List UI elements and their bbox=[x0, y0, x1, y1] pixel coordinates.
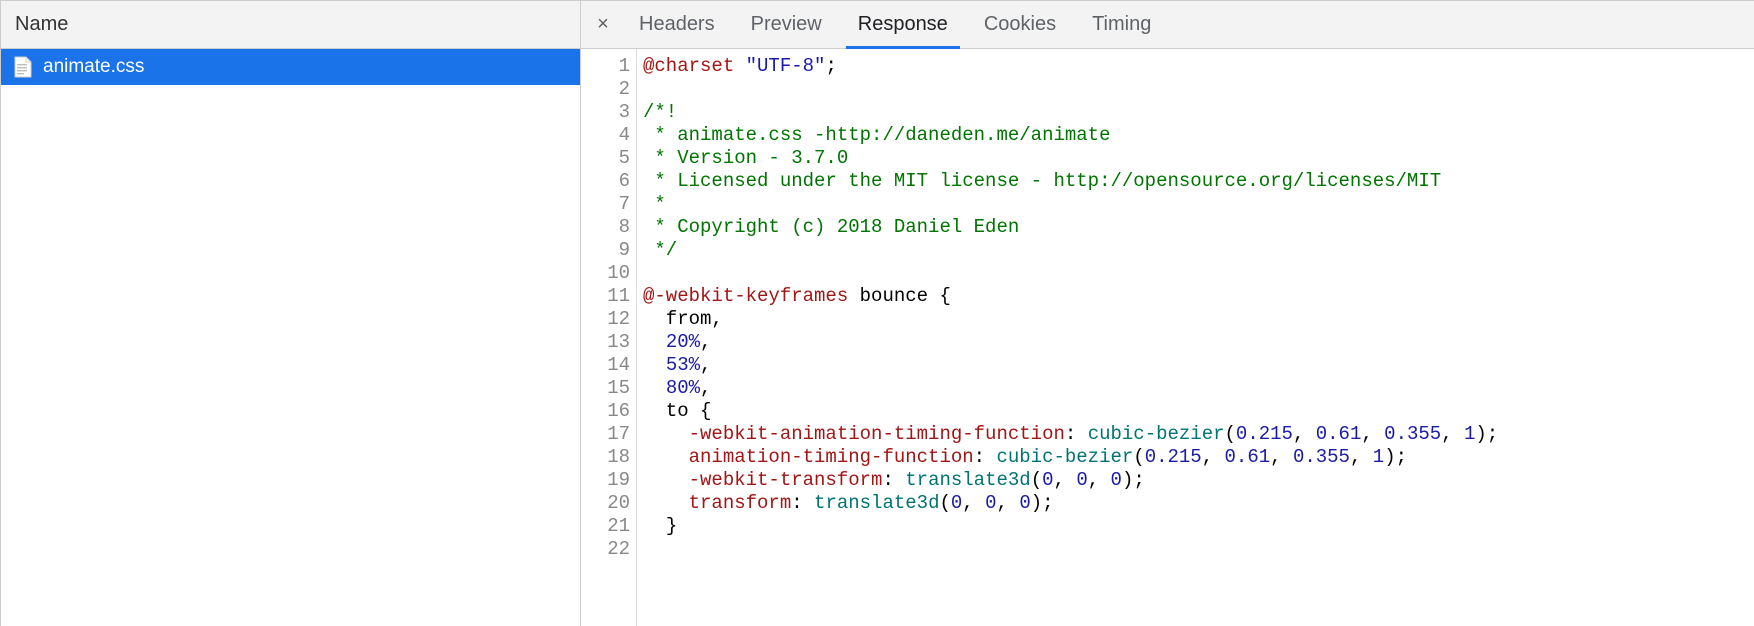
code-line: * animate.css -http://daneden.me/animate bbox=[643, 124, 1498, 147]
line-number: 21 bbox=[581, 515, 630, 538]
tab-label: Response bbox=[858, 13, 948, 36]
tab-timing[interactable]: Timing bbox=[1074, 1, 1169, 48]
name-column-label: Name bbox=[15, 13, 68, 36]
request-row[interactable]: animate.css bbox=[1, 49, 580, 85]
code-line: -webkit-transform: translate3d(0, 0, 0); bbox=[643, 469, 1498, 492]
line-number: 15 bbox=[581, 377, 630, 400]
request-list: animate.css bbox=[1, 49, 580, 626]
name-column-header[interactable]: Name bbox=[1, 1, 580, 49]
code-line: 20%, bbox=[643, 331, 1498, 354]
line-number: 11 bbox=[581, 285, 630, 308]
line-number: 20 bbox=[581, 492, 630, 515]
line-number: 13 bbox=[581, 331, 630, 354]
code-line: * Copyright (c) 2018 Daniel Eden bbox=[643, 216, 1498, 239]
code-line: transform: translate3d(0, 0, 0); bbox=[643, 492, 1498, 515]
request-name: animate.css bbox=[43, 56, 144, 78]
line-number: 1 bbox=[581, 55, 630, 78]
detail-tab-bar: × Headers Preview Response Cookies Timing bbox=[581, 1, 1754, 49]
line-number: 18 bbox=[581, 446, 630, 469]
line-number: 8 bbox=[581, 216, 630, 239]
line-number: 2 bbox=[581, 78, 630, 101]
line-number: 7 bbox=[581, 193, 630, 216]
response-code-area[interactable]: 12345678910111213141516171819202122 @cha… bbox=[581, 49, 1754, 626]
tab-label: Preview bbox=[751, 13, 822, 36]
code-line bbox=[643, 538, 1498, 561]
line-number: 9 bbox=[581, 239, 630, 262]
tab-preview[interactable]: Preview bbox=[733, 1, 840, 48]
file-icon bbox=[13, 55, 33, 79]
code-line: */ bbox=[643, 239, 1498, 262]
line-number: 12 bbox=[581, 308, 630, 331]
line-number: 5 bbox=[581, 147, 630, 170]
code-line: 53%, bbox=[643, 354, 1498, 377]
code-line: 80%, bbox=[643, 377, 1498, 400]
close-icon: × bbox=[597, 13, 609, 35]
request-list-panel: Name animate.css bbox=[1, 1, 581, 626]
tab-label: Timing bbox=[1092, 13, 1151, 36]
tab-cookies[interactable]: Cookies bbox=[966, 1, 1074, 48]
line-number: 4 bbox=[581, 124, 630, 147]
line-number: 14 bbox=[581, 354, 630, 377]
code-line: animation-timing-function: cubic-bezier(… bbox=[643, 446, 1498, 469]
code-line: -webkit-animation-timing-function: cubic… bbox=[643, 423, 1498, 446]
tab-headers[interactable]: Headers bbox=[621, 1, 733, 48]
code-line: @charset "UTF-8"; bbox=[643, 55, 1498, 78]
code-line: @-webkit-keyframes bounce { bbox=[643, 285, 1498, 308]
close-detail-button[interactable]: × bbox=[589, 13, 617, 36]
code-line: to { bbox=[643, 400, 1498, 423]
code-line: * bbox=[643, 193, 1498, 216]
line-number: 17 bbox=[581, 423, 630, 446]
code-line bbox=[643, 262, 1498, 285]
tab-response[interactable]: Response bbox=[840, 1, 966, 48]
devtools-network-panel: Name animate.css × Headers Preview Respons… bbox=[0, 0, 1754, 626]
code-line: * Licensed under the MIT license - http:… bbox=[643, 170, 1498, 193]
line-number: 16 bbox=[581, 400, 630, 423]
line-number-gutter: 12345678910111213141516171819202122 bbox=[581, 49, 637, 626]
tab-label: Headers bbox=[639, 13, 715, 36]
line-number: 10 bbox=[581, 262, 630, 285]
line-number: 3 bbox=[581, 101, 630, 124]
code-line: } bbox=[643, 515, 1498, 538]
tab-label: Cookies bbox=[984, 13, 1056, 36]
line-number: 19 bbox=[581, 469, 630, 492]
code-line: from, bbox=[643, 308, 1498, 331]
code-line: * Version - 3.7.0 bbox=[643, 147, 1498, 170]
response-code[interactable]: @charset "UTF-8"; /*! * animate.css -htt… bbox=[637, 49, 1498, 626]
line-number: 22 bbox=[581, 538, 630, 561]
code-line: /*! bbox=[643, 101, 1498, 124]
code-line bbox=[643, 78, 1498, 101]
request-detail-panel: × HeadersPreviewResponseCookiesTiming 12… bbox=[581, 1, 1754, 626]
tabs-host: Headers Preview Response Cookies Timing bbox=[621, 1, 1169, 48]
line-number: 6 bbox=[581, 170, 630, 193]
